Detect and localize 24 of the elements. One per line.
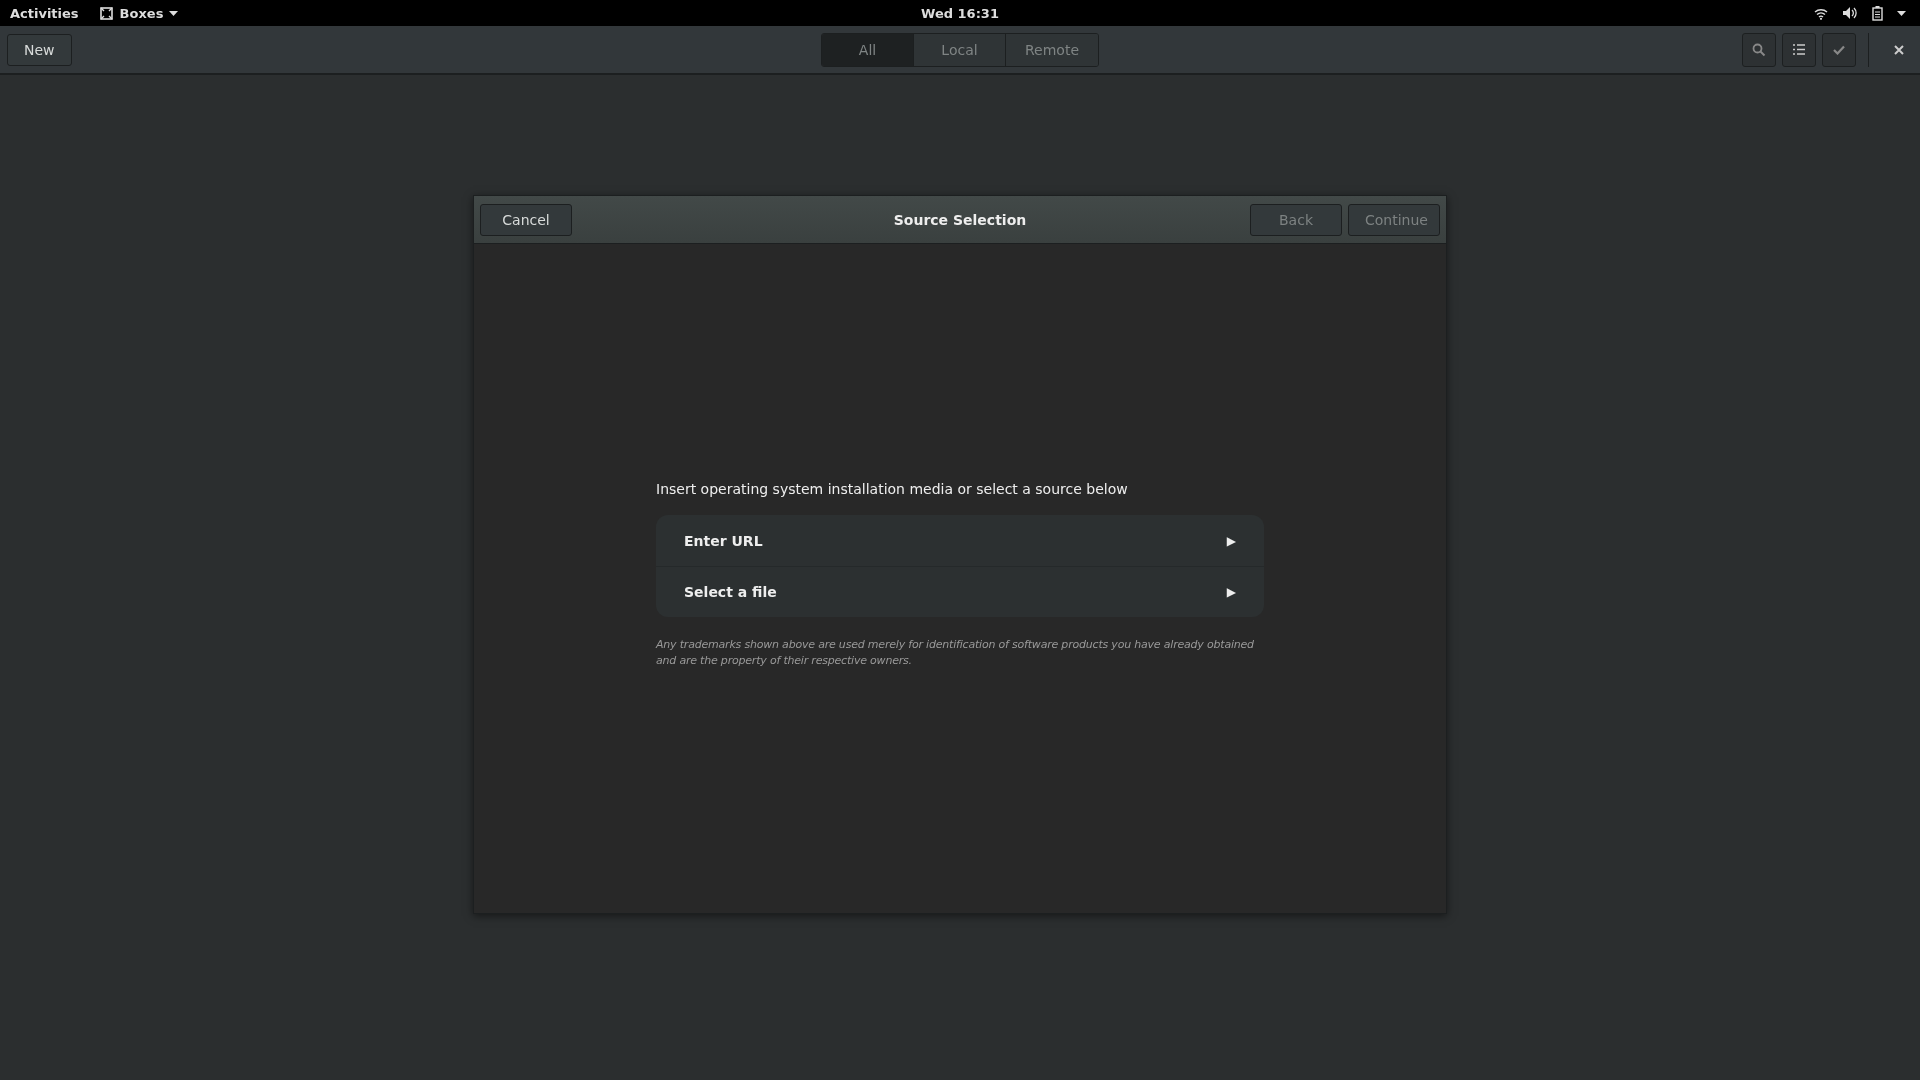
check-icon xyxy=(1833,44,1845,55)
select-button[interactable] xyxy=(1822,32,1856,67)
disclaimer-text: Any trademarks shown above are used merely for identification of software products you have already obtained and are the property of their respective owners. xyxy=(656,637,1255,669)
cancel-button[interactable]: Cancel xyxy=(480,203,572,236)
clock[interactable]: Wed 16:31 xyxy=(921,5,999,21)
search-icon xyxy=(1752,42,1766,57)
instruction-text: Insert operating system installation media or select a source below xyxy=(656,481,1129,497)
app-menu[interactable]: Boxes xyxy=(98,5,179,21)
boxes-icon xyxy=(98,5,114,21)
battery-icon[interactable] xyxy=(1872,5,1883,21)
volume-icon[interactable] xyxy=(1842,6,1858,20)
source-row[interactable]: Select a file ▶ xyxy=(656,566,1264,617)
caret-icon[interactable] xyxy=(1897,10,1906,16)
search-button[interactable] xyxy=(1742,32,1776,67)
new-button[interactable]: New xyxy=(7,33,72,66)
close-icon xyxy=(1894,44,1904,55)
activities-button[interactable]: Activities xyxy=(10,5,79,21)
wifi-icon[interactable] xyxy=(1814,6,1828,20)
source-row[interactable]: Enter URL ▶ xyxy=(656,515,1264,566)
filter-tab[interactable]: All xyxy=(822,33,914,66)
list-view-button[interactable] xyxy=(1782,32,1816,67)
dialog-title: Source Selection xyxy=(893,211,1027,228)
caret-icon xyxy=(169,10,179,16)
list-icon xyxy=(1793,44,1805,55)
